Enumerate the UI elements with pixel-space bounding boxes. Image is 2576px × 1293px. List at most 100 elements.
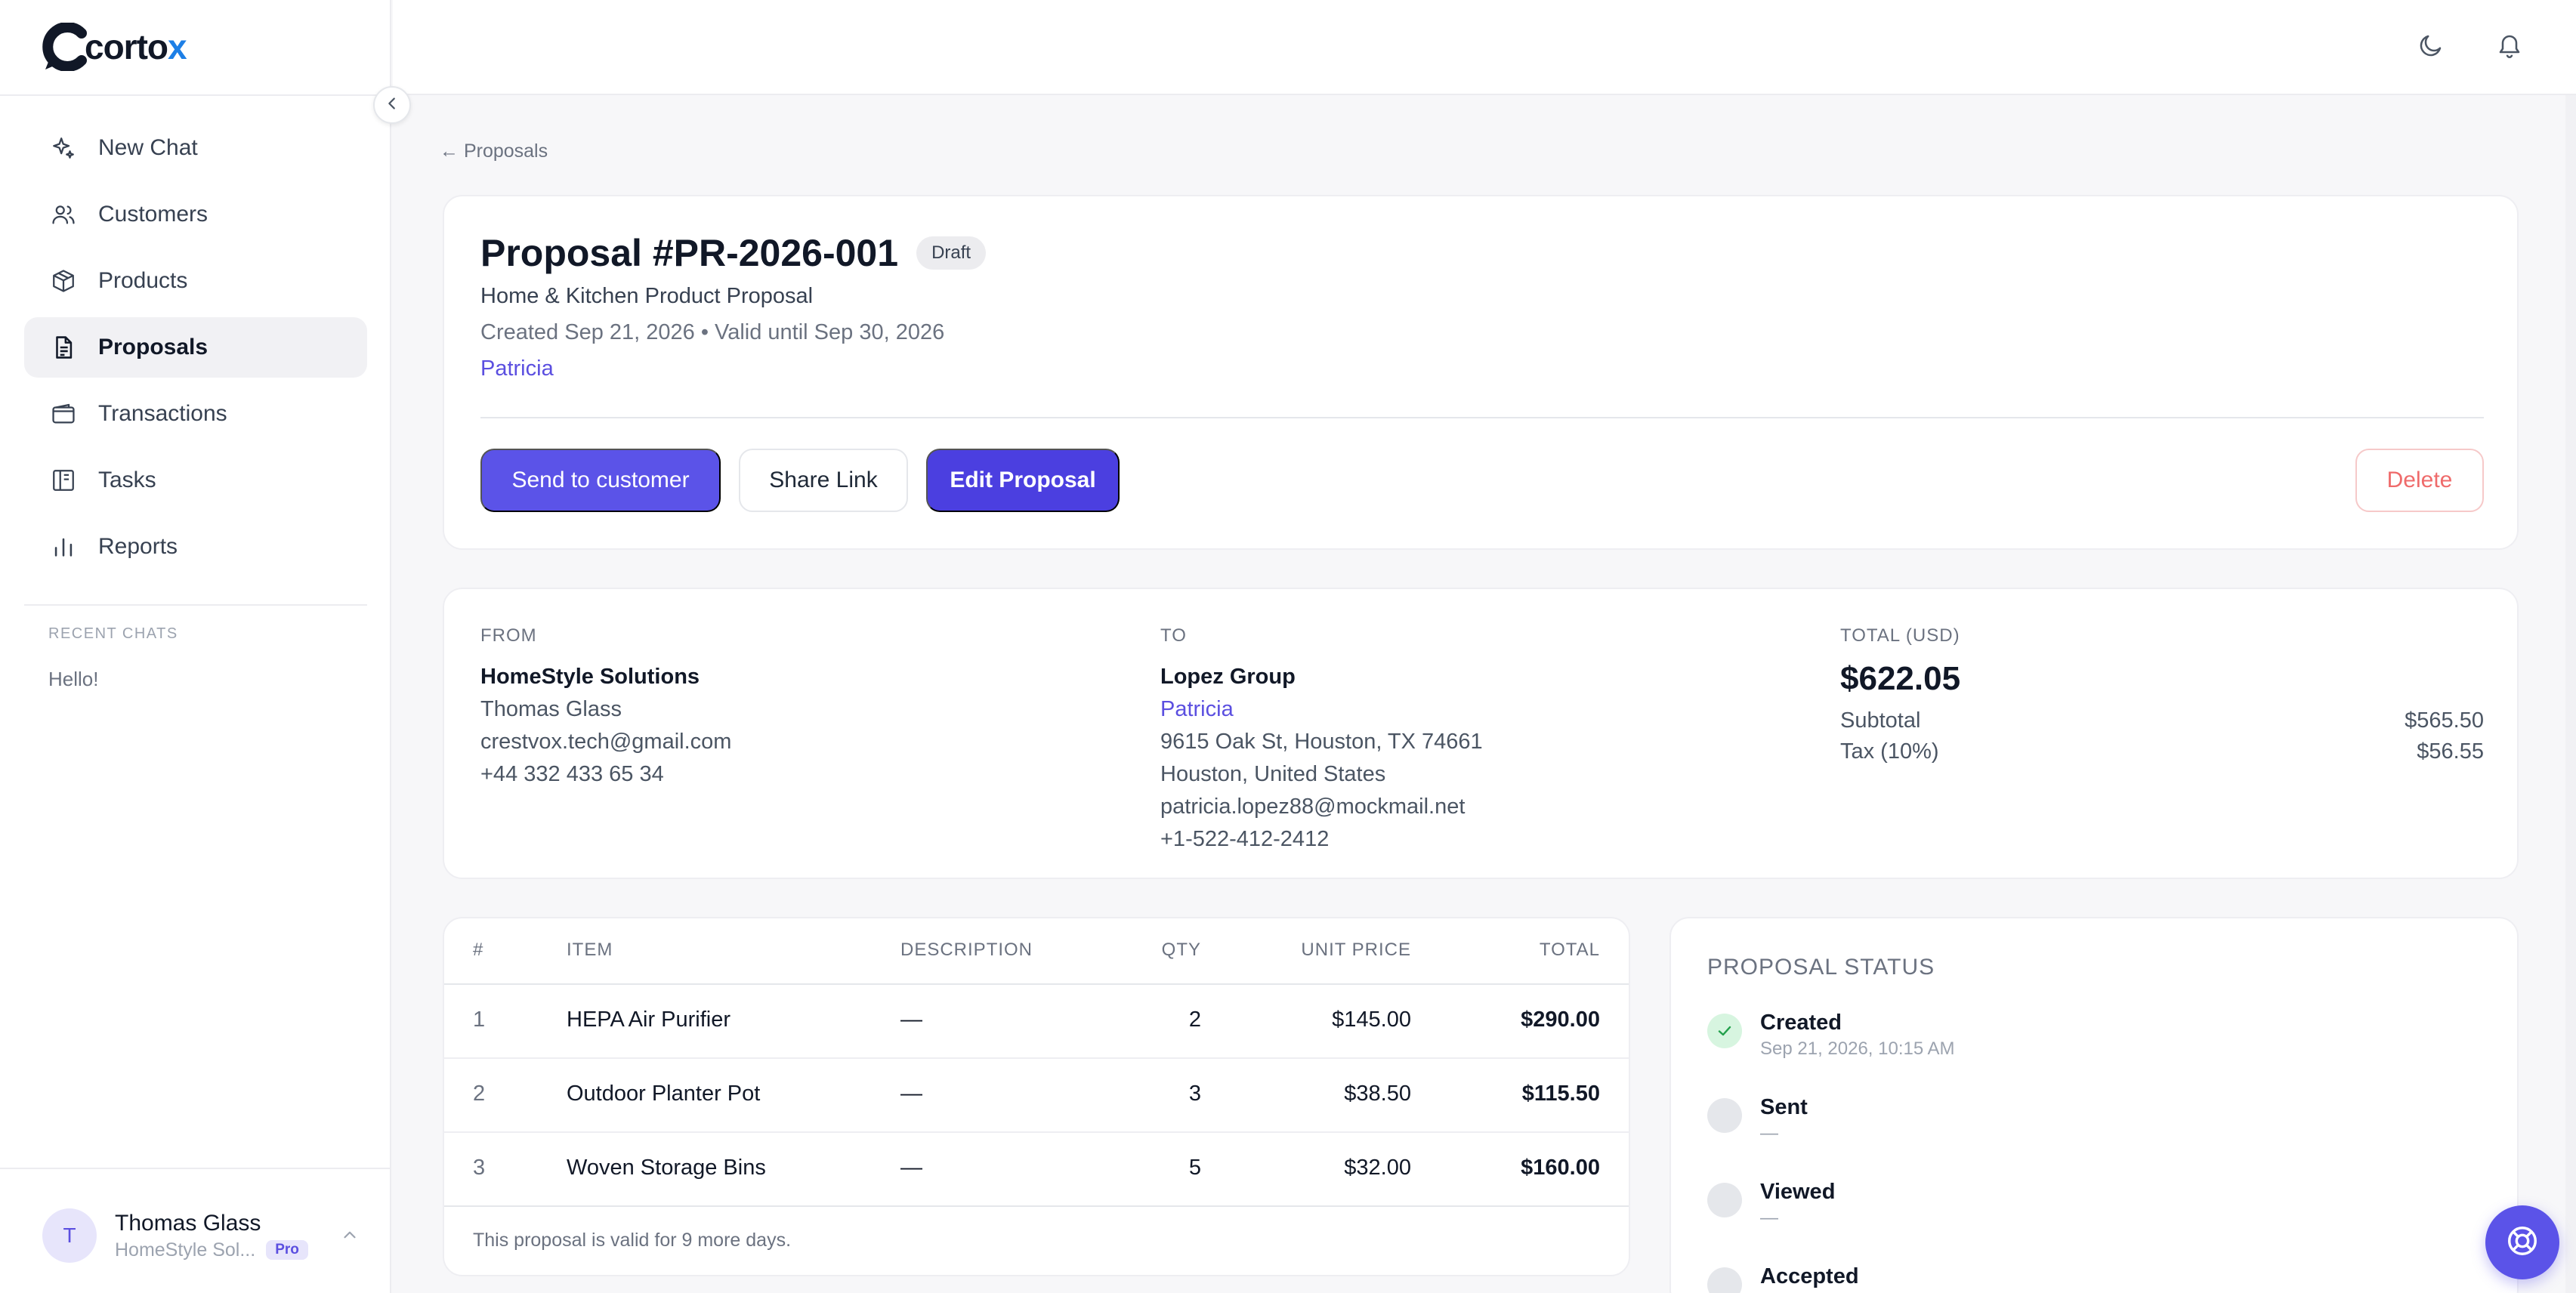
row-index: 3	[473, 1156, 486, 1180]
sidebar-item-label: Transactions	[98, 401, 227, 426]
sidebar-item-new-chat[interactable]: New Chat	[24, 118, 367, 178]
row-unit-price: $38.50	[1344, 1082, 1411, 1106]
dark-mode-toggle[interactable]	[2414, 30, 2448, 63]
nav-divider	[24, 604, 367, 606]
sidebar-item-tasks[interactable]: Tasks	[24, 450, 367, 511]
share-link-button[interactable]: Share Link	[739, 449, 908, 512]
to-address: 9615 Oak St, Houston, TX 74661	[1160, 730, 1483, 754]
sidebar-item-products[interactable]: Products	[24, 251, 367, 311]
bell-icon	[2496, 32, 2523, 63]
step-name: Sent	[1760, 1095, 1808, 1119]
totals-column: TOTAL (USD) $622.05 Subtotal $565.50 Tax…	[1840, 625, 2484, 764]
sidebar-item-customers[interactable]: Customers	[24, 184, 367, 245]
to-company: Lopez Group	[1160, 665, 1296, 689]
brand-logo[interactable]: cortox	[42, 21, 187, 73]
row-unit-price: $32.00	[1344, 1156, 1411, 1180]
validity-note: This proposal is valid for 9 more days.	[473, 1230, 792, 1251]
status-step-accepted: Accepted	[1707, 1264, 1859, 1293]
col-header-index: #	[473, 940, 484, 960]
from-email: crestvox.tech@gmail.com	[480, 730, 732, 754]
row-qty: 2	[1188, 1008, 1201, 1032]
pending-dot-icon	[1707, 1267, 1742, 1293]
from-company: HomeStyle Solutions	[480, 665, 700, 689]
scrollbar[interactable]	[2565, 95, 2576, 1293]
col-header-unit-price: UNIT PRICE	[1301, 940, 1411, 960]
step-name: Viewed	[1760, 1180, 1836, 1204]
bar-chart-icon	[50, 533, 77, 560]
box-icon	[50, 267, 77, 295]
step-time: Sep 21, 2026, 10:15 AM	[1760, 1038, 1955, 1059]
row-description: —	[900, 1156, 922, 1180]
user-divider	[0, 1168, 391, 1169]
cortox-logo-icon	[42, 22, 88, 72]
step-text: Sent —	[1760, 1095, 1808, 1144]
to-phone: +1-522-412-2412	[1160, 827, 1330, 851]
sidebar-item-transactions[interactable]: Transactions	[24, 384, 367, 444]
status-step-created: Created Sep 21, 2026, 10:15 AM	[1707, 1011, 1955, 1060]
user-menu[interactable]: T Thomas Glass HomeStyle Sol... Pro	[42, 1208, 360, 1263]
table-row: 1 HEPA Air Purifier — 2 $145.00 $290.00	[444, 985, 1629, 1059]
back-to-proposals-link[interactable]: ← Proposals	[440, 140, 548, 162]
tax-value: $56.55	[2417, 739, 2484, 764]
wallet-icon	[50, 400, 77, 427]
table-header: # ITEM DESCRIPTION QTY UNIT PRICE TOTAL	[444, 918, 1629, 985]
from-contact: Thomas Glass	[480, 697, 622, 721]
from-column: FROM HomeStyle Solutions Thomas Glass cr…	[480, 625, 731, 787]
sidebar-item-proposals[interactable]: Proposals	[24, 317, 367, 378]
row-qty: 3	[1188, 1082, 1201, 1106]
sidebar-item-label: Tasks	[98, 468, 156, 492]
row-total: $160.00	[1521, 1156, 1600, 1180]
recent-chat-item[interactable]: Hello!	[48, 668, 98, 691]
step-text: Created Sep 21, 2026, 10:15 AM	[1760, 1011, 1955, 1060]
sidebar-item-label: Products	[98, 268, 188, 293]
chevron-up-icon[interactable]	[340, 1225, 360, 1248]
status-step-viewed: Viewed —	[1707, 1180, 1835, 1229]
table-row: 2 Outdoor Planter Pot — 3 $38.50 $115.50	[444, 1059, 1629, 1133]
row-index: 1	[473, 1008, 486, 1032]
row-unit-price: $145.00	[1332, 1008, 1411, 1032]
row-description: —	[900, 1008, 922, 1032]
user-info: Thomas Glass HomeStyle Sol... Pro	[115, 1211, 308, 1261]
sidebar-item-label: New Chat	[98, 135, 198, 160]
row-total: $290.00	[1521, 1008, 1600, 1032]
collapse-sidebar-button[interactable]	[373, 86, 411, 124]
proposal-dates: Created Sep 21, 2026 • Valid until Sep 3…	[480, 320, 945, 344]
lifebuoy-icon	[2505, 1224, 2540, 1262]
row-qty: 5	[1188, 1156, 1201, 1180]
user-name: Thomas Glass	[115, 1210, 261, 1236]
table-row: 3 Woven Storage Bins — 5 $32.00 $160.00	[444, 1133, 1629, 1207]
sidebar-divider	[0, 94, 391, 96]
row-item: Outdoor Planter Pot	[567, 1082, 761, 1106]
to-column: TO Lopez Group Patricia 9615 Oak St, Hou…	[1160, 625, 1483, 852]
line-items-table: # ITEM DESCRIPTION QTY UNIT PRICE TOTAL …	[443, 917, 1630, 1276]
send-to-customer-button[interactable]: Send to customer	[480, 449, 721, 512]
user-company: HomeStyle Sol...	[115, 1239, 256, 1261]
sidebar-item-reports[interactable]: Reports	[24, 517, 367, 577]
moon-icon	[2417, 32, 2445, 63]
sidebar-item-label: Proposals	[98, 335, 208, 360]
proposal-status-card: PROPOSAL STATUS Created Sep 21, 2026, 10…	[1669, 917, 2519, 1293]
from-label: FROM	[480, 625, 537, 646]
col-header-description: DESCRIPTION	[900, 940, 1033, 960]
help-button[interactable]	[2485, 1205, 2559, 1279]
notifications-button[interactable]	[2493, 30, 2526, 63]
chevron-left-icon	[384, 95, 400, 116]
customer-link[interactable]: Patricia	[480, 356, 554, 381]
row-item: HEPA Air Purifier	[567, 1008, 731, 1032]
col-header-total: TOTAL	[1539, 940, 1600, 960]
check-icon	[1707, 1014, 1742, 1048]
step-text: Viewed —	[1760, 1180, 1835, 1229]
plan-badge: Pro	[266, 1240, 308, 1260]
to-email: patricia.lopez88@mockmail.net	[1160, 795, 1466, 819]
step-time: —	[1760, 1208, 1778, 1228]
delete-button[interactable]: Delete	[2355, 449, 2484, 512]
sidebar-nav: New Chat Customers Products Proposals Tr…	[24, 118, 367, 583]
step-time: —	[1760, 1123, 1778, 1143]
kanban-icon	[50, 467, 77, 494]
status-step-sent: Sent —	[1707, 1095, 1808, 1144]
status-title: PROPOSAL STATUS	[1707, 955, 1935, 980]
user-company-row: HomeStyle Sol... Pro	[115, 1239, 308, 1261]
step-name: Created	[1760, 1011, 1842, 1035]
to-contact-link[interactable]: Patricia	[1160, 697, 1483, 722]
edit-proposal-button[interactable]: Edit Proposal	[926, 449, 1120, 512]
